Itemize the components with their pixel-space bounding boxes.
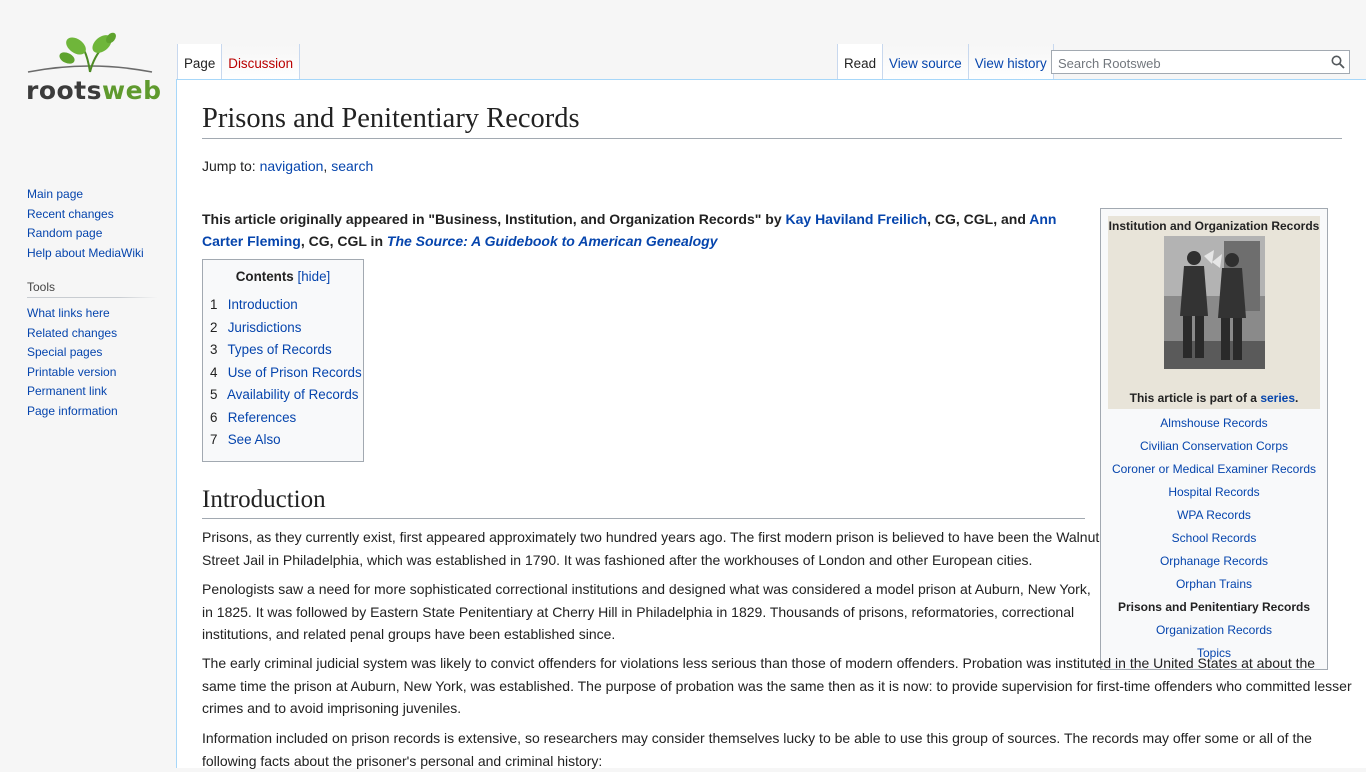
sidebar-item-permanent-link[interactable]: Permanent link <box>27 384 107 398</box>
section-heading-introduction: Introduction <box>202 484 1085 519</box>
series-link-coroner[interactable]: Coroner or Medical Examiner Records <box>1112 462 1316 476</box>
page-title: Prisons and Penitentiary Records <box>202 102 1342 139</box>
search-box <box>1051 50 1350 74</box>
series-link-ccc[interactable]: Civilian Conservation Corps <box>1140 439 1288 453</box>
toc-item[interactable]: 4 Use of Prison Records <box>210 362 363 385</box>
sidebar-navigation: Main page Recent changes Random page Hel… <box>27 185 157 263</box>
series-link-orphanage[interactable]: Orphanage Records <box>1160 554 1268 568</box>
sidebar-item-help[interactable]: Help about MediaWiki <box>27 246 144 260</box>
logo-wordmark: rootsweb <box>26 76 162 105</box>
series-link-school[interactable]: School Records <box>1172 531 1257 545</box>
sidebar-item-recent-changes[interactable]: Recent changes <box>27 207 114 221</box>
view-tabs: Read View source View history <box>837 44 1054 80</box>
sidebar-item-related-changes[interactable]: Related changes <box>27 326 117 340</box>
toc-header: Contents [hide] <box>203 269 363 289</box>
source-book-link[interactable]: The Source: A Guidebook to American Gene… <box>387 233 718 249</box>
toc-item[interactable]: 6 References <box>210 407 363 430</box>
paragraph: Prisons, as they currently exist, first … <box>202 529 1100 568</box>
series-link[interactable]: series <box>1260 391 1295 405</box>
author-link[interactable]: Kay Haviland Freilich <box>786 211 928 227</box>
jump-links: Jump to: navigation, search <box>202 158 374 174</box>
jump-navigation-link[interactable]: navigation <box>260 158 324 174</box>
table-of-contents: Contents [hide] 1 Introduction 2 Jurisdi… <box>202 259 364 462</box>
sidebar-tools: Tools What links here Related changes Sp… <box>27 279 157 421</box>
toc-item[interactable]: 1 Introduction <box>210 294 363 317</box>
sidebar-item-special-pages[interactable]: Special pages <box>27 345 102 359</box>
series-link-almshouse[interactable]: Almshouse Records <box>1160 416 1267 430</box>
search-icon[interactable] <box>1331 55 1345 69</box>
soldiers-photo[interactable] <box>1164 236 1265 369</box>
toc-title: Contents <box>235 269 294 284</box>
paragraph: Penologists saw a need for more sophisti… <box>202 581 1091 642</box>
sprout-logo-icon <box>27 32 153 73</box>
toc-item[interactable]: 3 Types of Records <box>210 339 363 362</box>
tab-view-history[interactable]: View history <box>968 44 1054 80</box>
site-logo[interactable]: rootsweb <box>0 0 176 160</box>
series-link-wpa[interactable]: WPA Records <box>1177 508 1251 522</box>
content-area: Prisons and Penitentiary Records Jump to… <box>176 79 1366 769</box>
sidebar-item-main-page[interactable]: Main page <box>27 187 83 201</box>
tab-discussion[interactable]: Discussion <box>222 44 301 80</box>
sidebar-item-random-page[interactable]: Random page <box>27 226 102 240</box>
toc-item[interactable]: 2 Jurisdictions <box>210 317 363 340</box>
series-note: This article is part of a series. <box>1129 391 1299 405</box>
tab-view-source[interactable]: View source <box>883 44 969 80</box>
series-current-item: Prisons and Penitentiary Records <box>1117 600 1311 614</box>
paragraph: The early criminal judicial system was l… <box>202 655 1352 716</box>
infobox-title: Institution and Organization Records <box>1108 219 1320 233</box>
sidebar-item-page-information[interactable]: Page information <box>27 404 118 418</box>
toc-item[interactable]: 5 Availability of Records <box>210 384 363 407</box>
series-link-organization[interactable]: Organization Records <box>1156 623 1272 637</box>
series-link-orphan-trains[interactable]: Orphan Trains <box>1176 577 1252 591</box>
source-note: This article originally appeared in "Bus… <box>202 211 1057 249</box>
namespace-tabs: Page Discussion <box>177 44 301 80</box>
search-input[interactable] <box>1056 52 1320 74</box>
toc-hide-toggle[interactable]: [hide] <box>298 269 331 284</box>
series-link-hospital[interactable]: Hospital Records <box>1168 485 1259 499</box>
infobox-header: Institution and Organization Records Thi… <box>1108 216 1320 409</box>
series-infobox: Institution and Organization Records Thi… <box>1100 208 1328 670</box>
jump-search-link[interactable]: search <box>331 158 373 174</box>
sidebar-item-printable-version[interactable]: Printable version <box>27 365 116 379</box>
paragraph: Information included on prison records i… <box>202 730 1312 769</box>
tab-page[interactable]: Page <box>177 44 223 80</box>
jump-to-label: Jump to: <box>202 158 256 174</box>
tools-heading: Tools <box>27 279 157 298</box>
toc-item[interactable]: 7 See Also <box>210 429 363 452</box>
sidebar-item-what-links-here[interactable]: What links here <box>27 306 110 320</box>
tab-read[interactable]: Read <box>837 44 884 80</box>
